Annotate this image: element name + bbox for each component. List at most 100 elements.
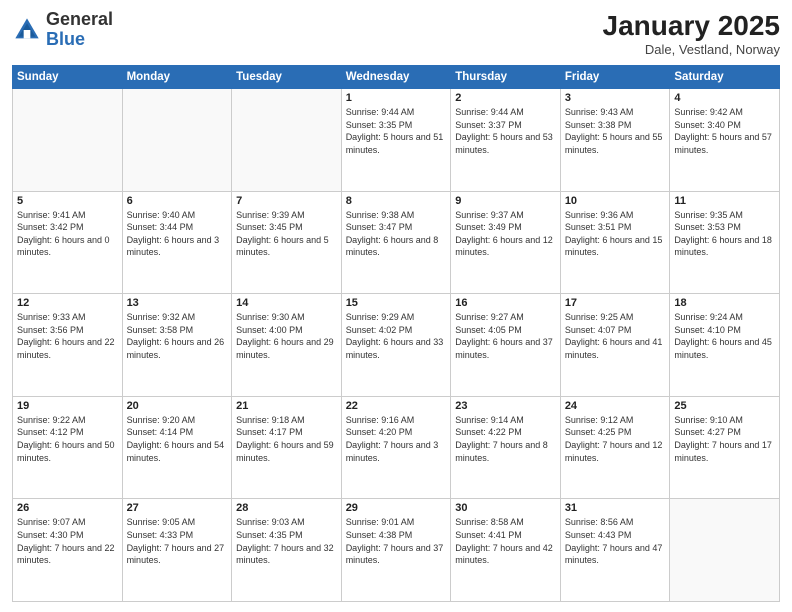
- day-info: Sunrise: 9:40 AM Sunset: 3:44 PM Dayligh…: [127, 209, 228, 259]
- day-number: 31: [565, 502, 666, 514]
- calendar-cell: 20 Sunrise: 9:20 AM Sunset: 4:14 PM Dayli…: [122, 396, 232, 499]
- calendar-cell: 25 Sunrise: 9:10 AM Sunset: 4:27 PM Dayli…: [670, 396, 780, 499]
- calendar-cell: 23Sunrise: 9:14 AM Sunset: 4:22 PM Dayli…: [451, 396, 561, 499]
- day-number: 17: [565, 297, 666, 309]
- col-friday: Friday: [560, 66, 670, 89]
- calendar-cell: 26 Sunrise: 9:07 AM Sunset: 4:30 PM Dayli…: [13, 499, 123, 602]
- day-number: 20: [127, 400, 228, 412]
- calendar-cell: 6Sunrise: 9:40 AM Sunset: 3:44 PM Daylig…: [122, 191, 232, 294]
- day-number: 28: [236, 502, 337, 514]
- calendar-cell: 7Sunrise: 9:39 AM Sunset: 3:45 PM Daylig…: [232, 191, 342, 294]
- calendar-header-row: Sunday Monday Tuesday Wednesday Thursday…: [13, 66, 780, 89]
- day-info: Sunrise: 9:29 AM Sunset: 4:02 PM Dayligh…: [346, 311, 447, 361]
- col-wednesday: Wednesday: [341, 66, 451, 89]
- day-info: Sunrise: 8:56 AM Sunset: 4:43 PM Dayligh…: [565, 516, 666, 566]
- calendar-cell: 12 Sunrise: 9:33 AM Sunset: 3:56 PM Dayli…: [13, 294, 123, 397]
- day-number: 4: [674, 92, 775, 104]
- calendar-cell: [670, 499, 780, 602]
- calendar-cell: 1 Sunrise: 9:44 AM Sunset: 3:35 PM Daylig…: [341, 89, 451, 192]
- day-info: Sunrise: 9:44 AM Sunset: 3:35 PM Dayligh…: [346, 106, 447, 156]
- day-number: 26: [17, 502, 118, 514]
- day-info: Sunrise: 9:24 AM Sunset: 4:10 PM Dayligh…: [674, 311, 775, 361]
- day-info: Sunrise: 9:44 AM Sunset: 3:37 PM Dayligh…: [455, 106, 556, 156]
- calendar-cell: 18 Sunrise: 9:24 AM Sunset: 4:10 PM Dayli…: [670, 294, 780, 397]
- day-info: Sunrise: 9:22 AM Sunset: 4:12 PM Dayligh…: [17, 414, 118, 464]
- day-info: Sunrise: 9:20 AM Sunset: 4:14 PM Dayligh…: [127, 414, 228, 464]
- calendar-cell: 31 Sunrise: 8:56 AM Sunset: 4:43 PM Dayli…: [560, 499, 670, 602]
- day-number: 3: [565, 92, 666, 104]
- day-number: 12: [17, 297, 118, 309]
- day-info: Sunrise: 9:27 AM Sunset: 4:05 PM Dayligh…: [455, 311, 556, 361]
- calendar-week-row-4: 26 Sunrise: 9:07 AM Sunset: 4:30 PM Dayli…: [13, 499, 780, 602]
- day-number: 30: [455, 502, 556, 514]
- day-number: 29: [346, 502, 447, 514]
- calendar-cell: 17 Sunrise: 9:25 AM Sunset: 4:07 PM Dayli…: [560, 294, 670, 397]
- day-info: Sunrise: 9:16 AM Sunset: 4:20 PM Dayligh…: [346, 414, 447, 464]
- calendar-cell: 27 Sunrise: 9:05 AM Sunset: 4:33 PM Dayli…: [122, 499, 232, 602]
- day-info: Sunrise: 9:35 AM Sunset: 3:53 PM Dayligh…: [674, 209, 775, 259]
- day-info: Sunrise: 9:01 AM Sunset: 4:38 PM Dayligh…: [346, 516, 447, 566]
- header: General Blue January 2025 Dale, Vestland…: [12, 10, 780, 57]
- calendar-week-row-2: 12 Sunrise: 9:33 AM Sunset: 3:56 PM Dayli…: [13, 294, 780, 397]
- day-number: 22: [346, 400, 447, 412]
- col-saturday: Saturday: [670, 66, 780, 89]
- day-info: Sunrise: 9:14 AM Sunset: 4:22 PM Dayligh…: [455, 414, 556, 464]
- calendar-cell: 24Sunrise: 9:12 AM Sunset: 4:25 PM Dayli…: [560, 396, 670, 499]
- calendar-cell: 3 Sunrise: 9:43 AM Sunset: 3:38 PM Daylig…: [560, 89, 670, 192]
- day-info: Sunrise: 9:36 AM Sunset: 3:51 PM Dayligh…: [565, 209, 666, 259]
- day-info: Sunrise: 9:33 AM Sunset: 3:56 PM Dayligh…: [17, 311, 118, 361]
- calendar-cell: 9 Sunrise: 9:37 AM Sunset: 3:49 PM Daylig…: [451, 191, 561, 294]
- calendar-week-row-0: 1 Sunrise: 9:44 AM Sunset: 3:35 PM Daylig…: [13, 89, 780, 192]
- col-tuesday: Tuesday: [232, 66, 342, 89]
- logo-text: General Blue: [46, 10, 113, 50]
- col-thursday: Thursday: [451, 66, 561, 89]
- title-block: January 2025 Dale, Vestland, Norway: [603, 10, 780, 57]
- day-number: 18: [674, 297, 775, 309]
- logo-general-text: General: [46, 9, 113, 29]
- calendar-cell: 10Sunrise: 9:36 AM Sunset: 3:51 PM Dayli…: [560, 191, 670, 294]
- day-info: Sunrise: 9:03 AM Sunset: 4:35 PM Dayligh…: [236, 516, 337, 566]
- logo-blue-text: Blue: [46, 29, 85, 49]
- calendar-cell: [122, 89, 232, 192]
- day-info: Sunrise: 9:05 AM Sunset: 4:33 PM Dayligh…: [127, 516, 228, 566]
- day-number: 14: [236, 297, 337, 309]
- calendar-week-row-3: 19 Sunrise: 9:22 AM Sunset: 4:12 PM Dayli…: [13, 396, 780, 499]
- col-monday: Monday: [122, 66, 232, 89]
- day-number: 25: [674, 400, 775, 412]
- calendar-cell: 11Sunrise: 9:35 AM Sunset: 3:53 PM Dayli…: [670, 191, 780, 294]
- day-info: Sunrise: 9:07 AM Sunset: 4:30 PM Dayligh…: [17, 516, 118, 566]
- calendar-cell: 5 Sunrise: 9:41 AM Sunset: 3:42 PM Daylig…: [13, 191, 123, 294]
- calendar-cell: 30Sunrise: 8:58 AM Sunset: 4:41 PM Dayli…: [451, 499, 561, 602]
- day-number: 2: [455, 92, 556, 104]
- calendar-cell: 14Sunrise: 9:30 AM Sunset: 4:00 PM Dayli…: [232, 294, 342, 397]
- day-number: 16: [455, 297, 556, 309]
- calendar-table: Sunday Monday Tuesday Wednesday Thursday…: [12, 65, 780, 602]
- calendar-cell: 19 Sunrise: 9:22 AM Sunset: 4:12 PM Dayli…: [13, 396, 123, 499]
- day-info: Sunrise: 9:42 AM Sunset: 3:40 PM Dayligh…: [674, 106, 775, 156]
- day-info: Sunrise: 9:12 AM Sunset: 4:25 PM Dayligh…: [565, 414, 666, 464]
- day-info: Sunrise: 9:37 AM Sunset: 3:49 PM Dayligh…: [455, 209, 556, 259]
- calendar-cell: 4 Sunrise: 9:42 AM Sunset: 3:40 PM Daylig…: [670, 89, 780, 192]
- calendar-cell: 29 Sunrise: 9:01 AM Sunset: 4:38 PM Dayli…: [341, 499, 451, 602]
- day-info: Sunrise: 9:43 AM Sunset: 3:38 PM Dayligh…: [565, 106, 666, 156]
- day-number: 9: [455, 195, 556, 207]
- day-info: Sunrise: 9:18 AM Sunset: 4:17 PM Dayligh…: [236, 414, 337, 464]
- location: Dale, Vestland, Norway: [603, 42, 780, 57]
- logo-icon: [12, 15, 42, 45]
- day-info: Sunrise: 9:41 AM Sunset: 3:42 PM Dayligh…: [17, 209, 118, 259]
- calendar-cell: 21Sunrise: 9:18 AM Sunset: 4:17 PM Dayli…: [232, 396, 342, 499]
- day-number: 15: [346, 297, 447, 309]
- day-number: 5: [17, 195, 118, 207]
- month-title: January 2025: [603, 10, 780, 42]
- day-number: 27: [127, 502, 228, 514]
- day-info: Sunrise: 9:25 AM Sunset: 4:07 PM Dayligh…: [565, 311, 666, 361]
- day-number: 19: [17, 400, 118, 412]
- day-number: 13: [127, 297, 228, 309]
- calendar-cell: 22 Sunrise: 9:16 AM Sunset: 4:20 PM Dayli…: [341, 396, 451, 499]
- day-number: 1: [346, 92, 447, 104]
- page: General Blue January 2025 Dale, Vestland…: [0, 0, 792, 612]
- col-sunday: Sunday: [13, 66, 123, 89]
- day-info: Sunrise: 9:10 AM Sunset: 4:27 PM Dayligh…: [674, 414, 775, 464]
- calendar-cell: 2 Sunrise: 9:44 AM Sunset: 3:37 PM Daylig…: [451, 89, 561, 192]
- calendar-cell: [13, 89, 123, 192]
